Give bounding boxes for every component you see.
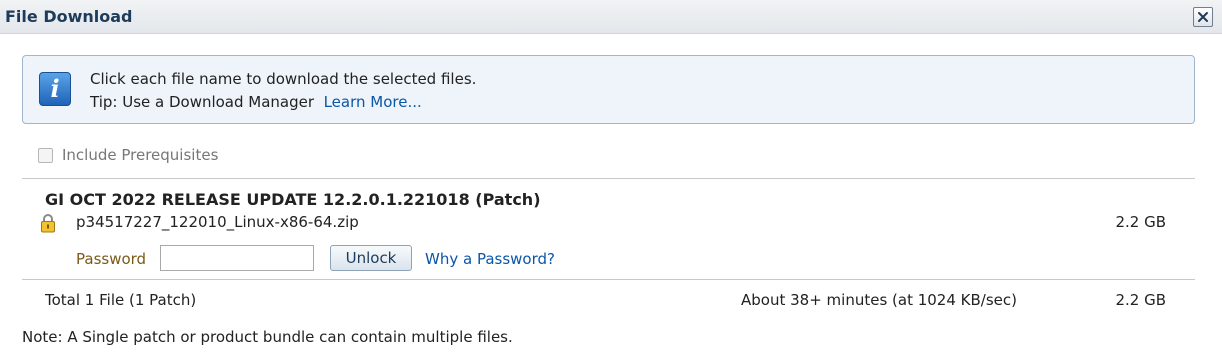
download-time-estimate: About 38+ minutes (at 1024 KB/sec): [741, 291, 1017, 309]
lock-icon: [41, 214, 55, 233]
info-instruction-text: Click each file name to download the sel…: [90, 70, 477, 88]
file-download-link[interactable]: p34517227_122010_Linux-x86-64.zip: [76, 213, 359, 231]
close-button[interactable]: [1193, 7, 1213, 27]
password-input[interactable]: [160, 245, 314, 271]
info-icon: i: [39, 72, 71, 106]
password-label: Password: [76, 250, 147, 268]
include-prerequisites-checkbox: [38, 147, 53, 163]
file-size: 2.2 GB: [1115, 213, 1166, 231]
divider: [22, 279, 1195, 280]
unlock-button[interactable]: Unlock: [330, 245, 412, 271]
include-prerequisites-label: Include Prerequisites: [62, 146, 219, 164]
include-prerequisites-option: Include Prerequisites: [38, 146, 218, 164]
note-text: Note: A Single patch or product bundle c…: [22, 328, 513, 346]
dialog-title: File Download: [5, 7, 133, 26]
dialog-titlebar: File Download: [0, 0, 1222, 34]
total-files-label: Total 1 File (1 Patch): [45, 291, 197, 309]
info-tip-line: Tip: Use a Download Manager Learn More..…: [90, 93, 422, 111]
why-password-link[interactable]: Why a Password?: [425, 250, 555, 268]
info-message-box: i Click each file name to download the s…: [22, 55, 1195, 124]
close-icon: [1198, 12, 1208, 22]
total-size: 2.2 GB: [1115, 291, 1166, 309]
patch-title: GI OCT 2022 RELEASE UPDATE 12.2.0.1.2210…: [45, 190, 541, 209]
divider: [22, 178, 1195, 179]
info-tip-text: Tip: Use a Download Manager: [90, 93, 315, 111]
learn-more-link[interactable]: Learn More...: [324, 93, 422, 111]
